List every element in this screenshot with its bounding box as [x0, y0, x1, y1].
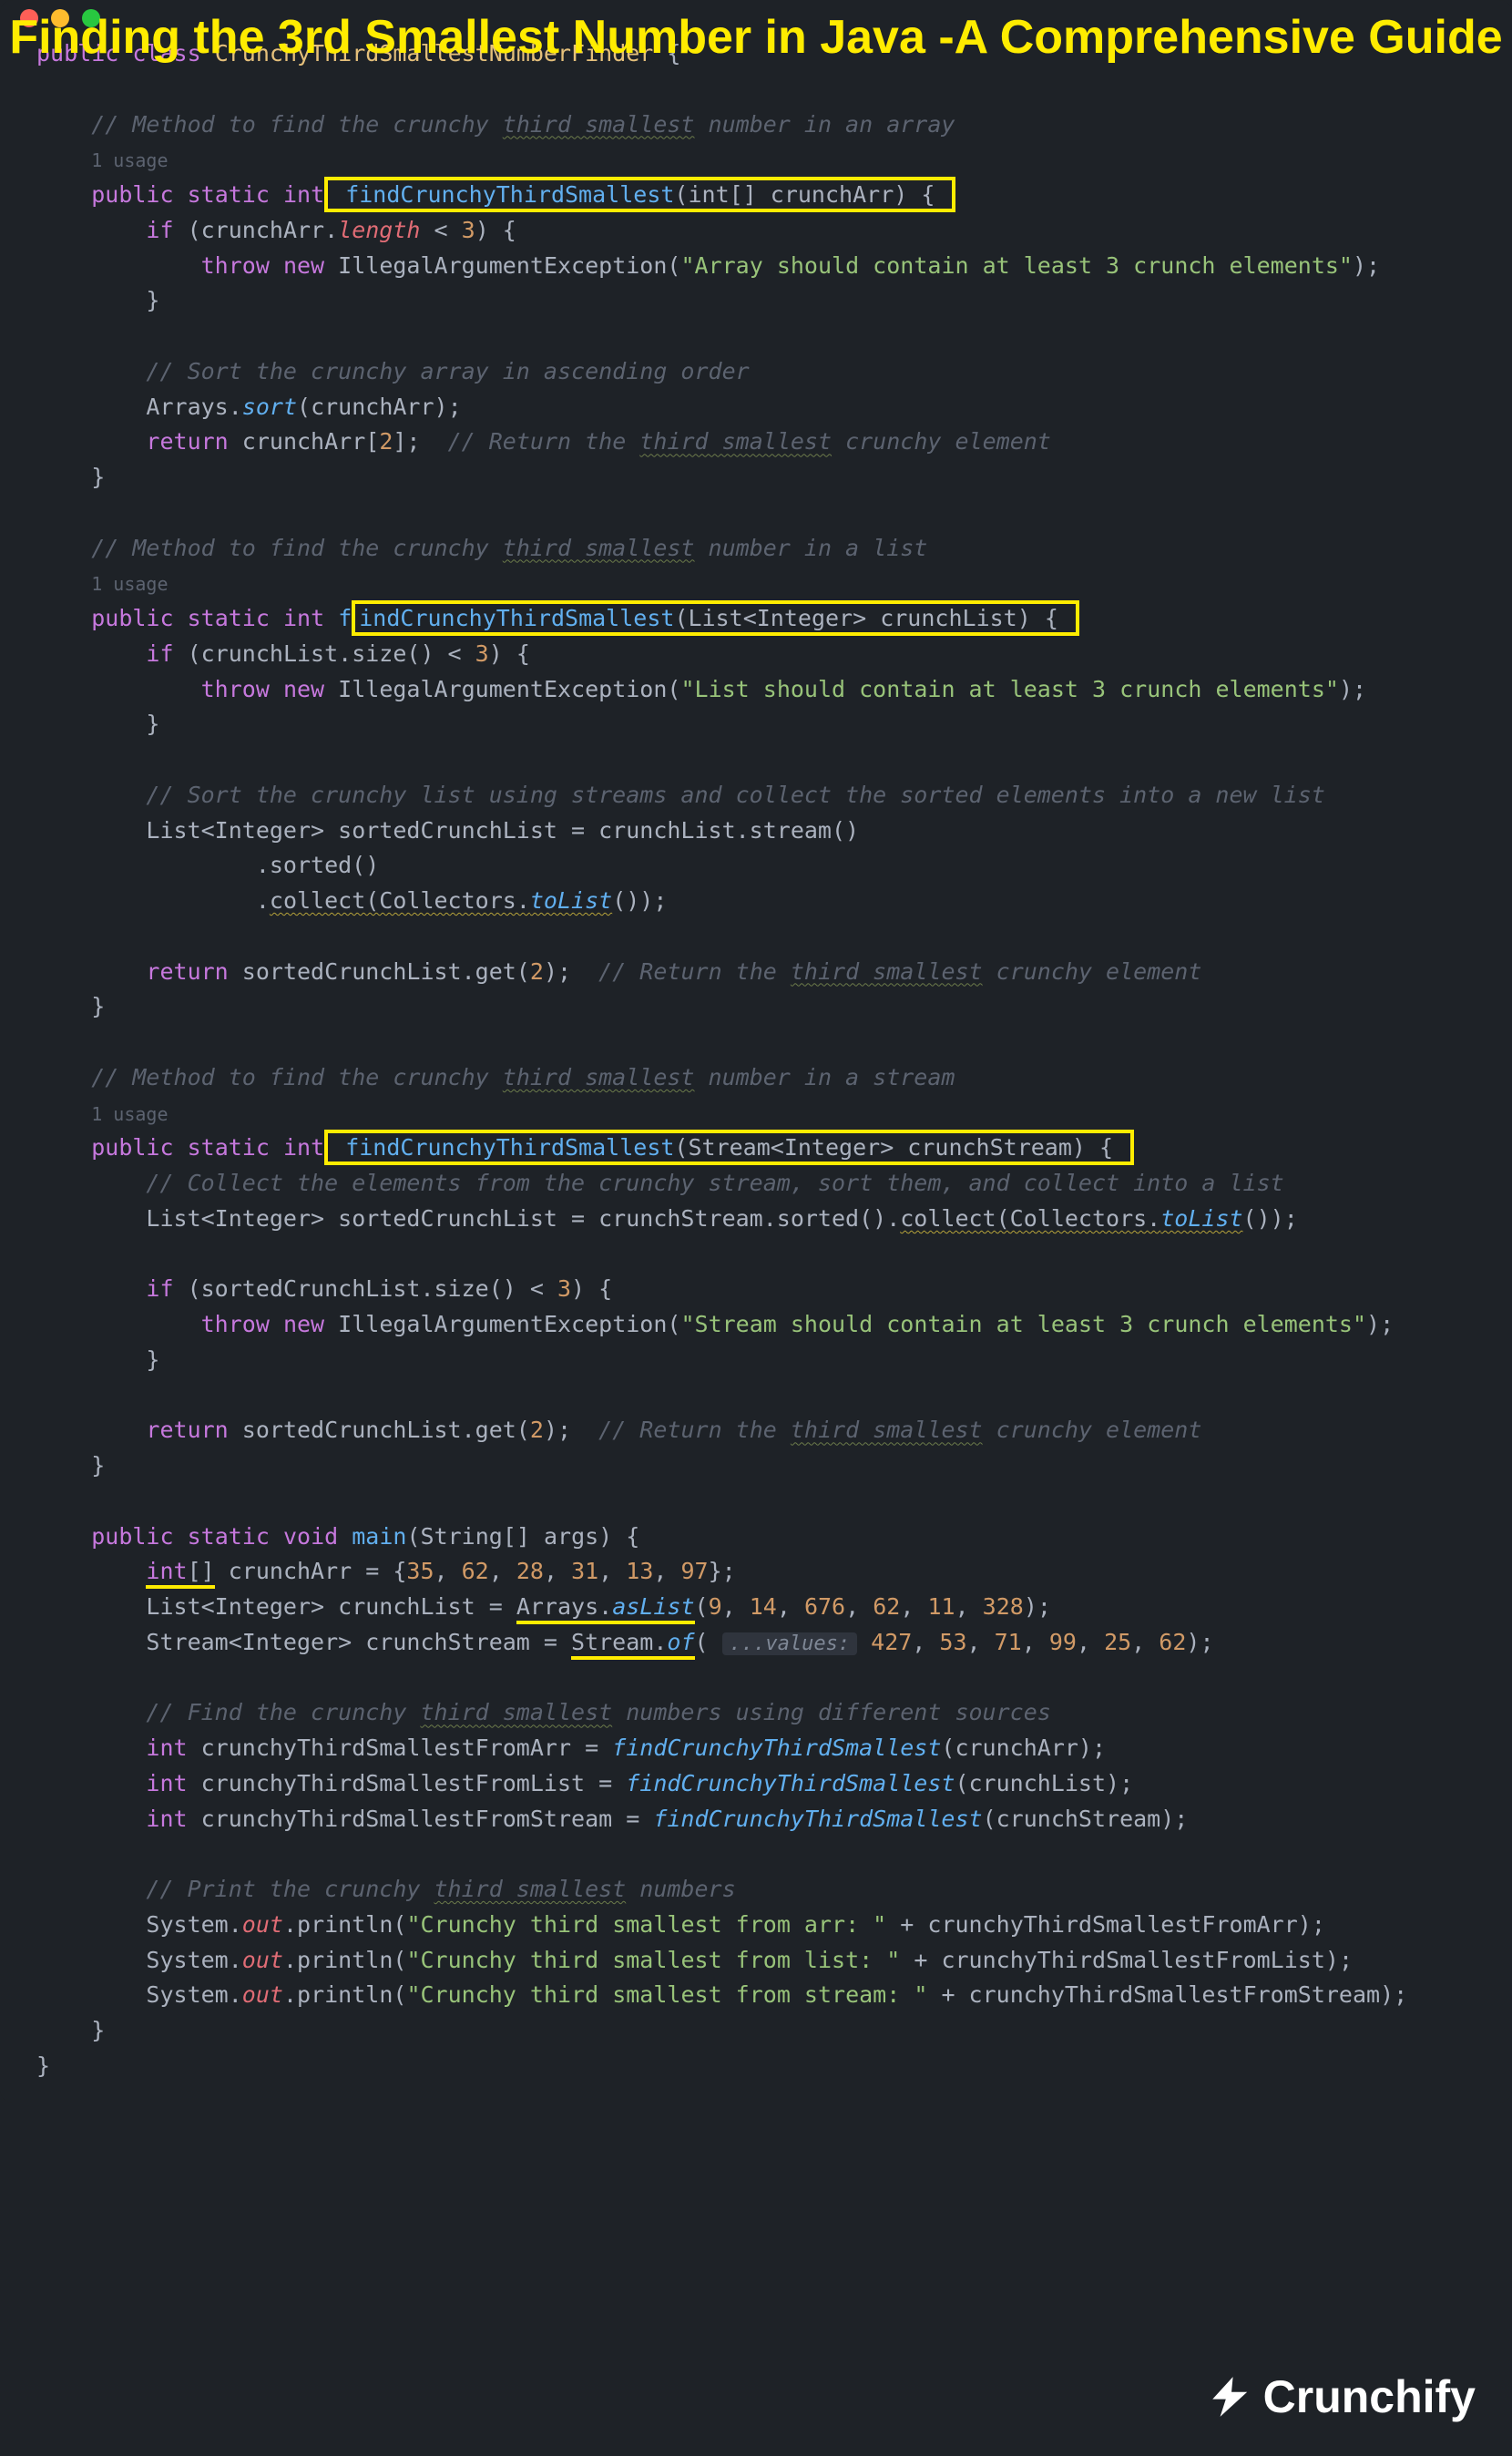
- class-close-brace: }: [36, 2052, 50, 2079]
- kw-return: return: [146, 428, 228, 455]
- code-window: Finding the 3rd Smallest Number in Java …: [0, 0, 1512, 2103]
- m3-comment: // Method to find the crunchy third smal…: [91, 1064, 955, 1090]
- window-titlebar: [0, 0, 1512, 36]
- kw-public: public: [91, 1134, 173, 1161]
- m1-sig: (int[] crunchArr) {: [674, 181, 935, 208]
- m2-highlight-box: indCrunchyThirdSmallest(List<Integer> cr…: [352, 600, 1079, 636]
- m2-decl: List<Integer> sortedCrunchList = crunchL…: [146, 817, 859, 844]
- m3-sig: (Stream<Integer> crunchStream) {: [674, 1134, 1113, 1161]
- kw-if: if: [146, 640, 173, 667]
- kw-public: public: [91, 1523, 173, 1550]
- kw-class: class: [132, 40, 200, 67]
- m1-cmt2: // Sort the crunchy array in ascending o…: [146, 358, 749, 384]
- kw-int: int: [283, 181, 324, 208]
- window-zoom-button[interactable]: [82, 9, 100, 27]
- m1-msg: "Array should contain at least 3 crunch …: [680, 252, 1353, 279]
- window-minimize-button[interactable]: [51, 9, 69, 27]
- meth-sort: sort: [242, 394, 297, 420]
- call-3: findCrunchyThirdSmallest: [653, 1806, 982, 1832]
- main-cmt-find: // Find the crunchy third smallest numbe…: [146, 1699, 1050, 1725]
- kw-throw: throw: [201, 252, 270, 279]
- m3-usage[interactable]: 1 usage: [91, 1103, 168, 1125]
- arrays-aslist-underline: Arrays.asList: [516, 1593, 695, 1624]
- m2-usage[interactable]: 1 usage: [91, 573, 168, 595]
- kw-int: int: [283, 1134, 324, 1161]
- m3-highlight-box: findCrunchyThirdSmallest(Stream<Integer>…: [324, 1130, 1134, 1165]
- m2-name: indCrunchyThirdSmallest: [359, 605, 674, 631]
- m2-msg: "List should contain at least 3 crunch e…: [680, 676, 1338, 702]
- m1-usage[interactable]: 1 usage: [91, 149, 168, 171]
- main-cmt-print: // Print the crunchy third smallest numb…: [146, 1876, 735, 1902]
- kw-if: if: [146, 217, 173, 243]
- num-3: 3: [462, 217, 475, 243]
- kw-public: public: [91, 181, 173, 208]
- m3-name: findCrunchyThirdSmallest: [345, 1134, 674, 1161]
- exc-type: IllegalArgumentException: [338, 252, 667, 279]
- kw-throw: throw: [201, 1311, 270, 1337]
- kw-new: new: [283, 676, 324, 702]
- m1-ret-cmt: // Return the third smallest crunchy ele…: [448, 428, 1051, 455]
- kw-new: new: [283, 1311, 324, 1337]
- kw-static: static: [188, 605, 270, 631]
- kw-static: static: [188, 1134, 270, 1161]
- collect-warn: collect(Collectors.toList: [270, 887, 612, 914]
- m2-sig: (List<Integer> crunchList) {: [674, 605, 1057, 631]
- call-1: findCrunchyThirdSmallest: [612, 1735, 941, 1761]
- kw-throw: throw: [201, 676, 270, 702]
- m3-cmt1: // Collect the elements from the crunchy…: [146, 1170, 1283, 1196]
- brand-name: Crunchify: [1263, 2362, 1476, 2433]
- class-name: CrunchyThirdSmallestNumberFinder: [215, 40, 654, 67]
- arr-type-underline: int[]: [146, 1558, 214, 1589]
- call-2: findCrunchyThirdSmallest: [626, 1770, 955, 1796]
- type-arrays: Arrays: [146, 394, 228, 420]
- m1-name: findCrunchyThirdSmallest: [345, 181, 674, 208]
- kw-return: return: [146, 1417, 228, 1443]
- window-close-button[interactable]: [20, 9, 38, 27]
- brand-watermark: Crunchify: [1207, 2362, 1476, 2433]
- brace-open: {: [667, 40, 680, 67]
- kw-static: static: [188, 181, 270, 208]
- kw-void: void: [283, 1523, 338, 1550]
- field-length: length: [338, 217, 420, 243]
- stream-of-underline: Stream.of: [571, 1629, 694, 1660]
- kw-public: public: [36, 40, 118, 67]
- kw-int: int: [283, 605, 324, 631]
- m3-ret-cmt: // Return the third smallest crunchy ele…: [598, 1417, 1201, 1443]
- m2-ret-cmt: // Return the third smallest crunchy ele…: [598, 958, 1201, 985]
- m1-comment: // Method to find the crunchy third smal…: [91, 111, 955, 138]
- param-hint: ...values:: [722, 1632, 857, 1655]
- kw-new: new: [283, 252, 324, 279]
- main-name: main: [352, 1523, 406, 1550]
- m2-cmt2: // Sort the crunchy list using streams a…: [146, 782, 1324, 808]
- m3-msg: "Stream should contain at least 3 crunch…: [680, 1311, 1366, 1337]
- crunchify-logo-icon: [1207, 2373, 1254, 2420]
- kw-static: static: [188, 1523, 270, 1550]
- m2-comment: // Method to find the crunchy third smal…: [91, 535, 927, 561]
- kw-return: return: [146, 958, 228, 985]
- kw-public: public: [91, 605, 173, 631]
- code-area: public class CrunchyThirdSmallestNumberF…: [0, 36, 1512, 2103]
- m1-highlight-box: findCrunchyThirdSmallest(int[] crunchArr…: [324, 177, 955, 212]
- collect-warn: collect(Collectors.toList: [900, 1205, 1242, 1232]
- kw-if: if: [146, 1275, 173, 1302]
